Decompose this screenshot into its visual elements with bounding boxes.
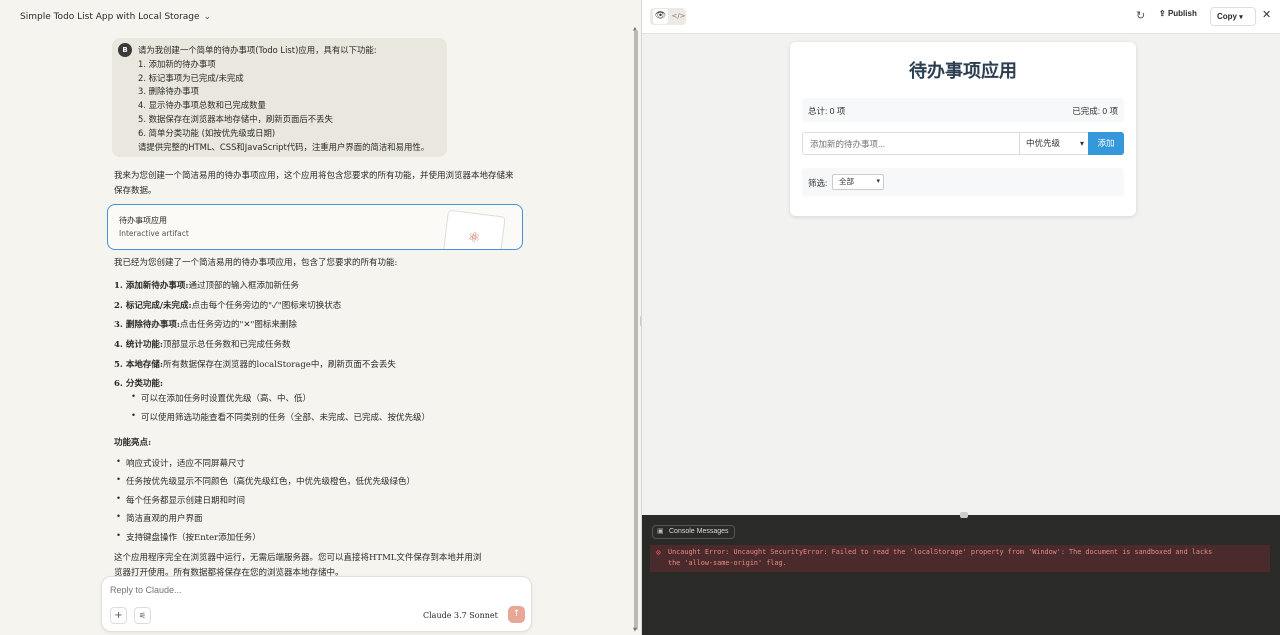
- sliders-icon[interactable]: ⚟: [134, 607, 151, 624]
- feature-item: 2. 标记完成/未完成:点击每个任务旁边的"✓"图标来切换状态: [114, 299, 341, 311]
- stats-bar: 总计: 0 项 已完成: 0 项: [802, 98, 1124, 122]
- feature-text: 通过顶部的输入框添加新任务: [188, 281, 299, 291]
- message-composer: + ⚟ Claude 3.7 Sonnet ↑: [101, 576, 532, 632]
- user-message-line: 5. 数据保存在浏览器本地存储中，刷新页面后不丢失: [138, 113, 333, 124]
- feature-text: 点击每个任务旁边的"✓"图标来切换状态: [191, 301, 342, 311]
- feature-item: 5. 本地存储:所有数据保存在浏览器的localStorage中，刷新页面不会丢…: [114, 358, 396, 370]
- priority-select[interactable]: 中优先级: [1019, 132, 1089, 155]
- feature-item: 6. 分类功能:: [114, 377, 163, 389]
- highlight-item: 响应式设计，适应不同屏幕尺寸: [116, 457, 245, 469]
- publish-button[interactable]: ⇪ Publish: [1159, 9, 1197, 18]
- user-message-line: 6. 简单分类功能 (如按优先级或日期): [138, 127, 276, 138]
- reply-input[interactable]: [110, 585, 410, 595]
- terminal-icon: ▣: [657, 528, 664, 535]
- artifact-card[interactable]: 待办事项应用 Interactive artifact ⚛: [107, 204, 523, 250]
- view-toggle: 👁 </>: [650, 8, 686, 25]
- error-text-line: Uncaught Error: Uncaught SecurityError: …: [668, 548, 1213, 556]
- artifact-subtitle: Interactive artifact: [119, 229, 189, 238]
- todo-app-card: 待办事项应用 总计: 0 项 已完成: 0 项 中优先级 添加 筛选: 全部: [790, 42, 1136, 216]
- artifact-thumbnail: ⚛: [442, 209, 506, 249]
- conversation-title[interactable]: Simple Todo List App with Local Storage: [20, 12, 200, 22]
- feature-label: 5. 本地存储:: [114, 360, 163, 370]
- sub-bullet: 可以使用筛选功能查看不同类别的任务（全部、未完成、已完成、按优先级）: [131, 411, 430, 423]
- publish-label: Publish: [1167, 9, 1197, 18]
- highlight-item: 任务按优先级显示不同颜色（高优先级红色，中优先级橙色，低优先级绿色）: [116, 475, 415, 487]
- feature-text: 点击任务旁边的"✕"图标来删除: [179, 320, 297, 330]
- plus-icon[interactable]: +: [110, 607, 127, 624]
- console-messages-tab[interactable]: ▣ Console Messages: [652, 525, 735, 539]
- highlight-item: 每个任务都显示创建日期和时间: [116, 494, 245, 506]
- eye-icon[interactable]: 👁: [653, 9, 668, 24]
- feature-label: 2. 标记完成/未完成:: [114, 301, 192, 311]
- error-text-line: the 'allow-same-origin' flag.: [668, 559, 787, 567]
- user-message-line: 2. 标记事项为已完成/未完成: [138, 72, 244, 83]
- assistant-summary: 我已经为您创建了一个简洁易用的待办事项应用，包含了您要求的所有功能:: [114, 258, 398, 268]
- filter-bar: 筛选: 全部: [802, 168, 1124, 196]
- arrow-up-icon[interactable]: ↑: [508, 606, 525, 623]
- artifact-toolbar: 👁 </> ↻ ⇪ Publish Copy ▾ ✕: [642, 0, 1280, 34]
- user-avatar: B: [118, 43, 132, 57]
- chevron-down-icon: ▾: [1239, 14, 1243, 21]
- closing-line: 这个应用程序完全在浏览器中运行，无需后端服务器。您可以直接将HTML文件保存到本…: [114, 553, 482, 563]
- atom-icon: ⚛: [466, 229, 482, 247]
- assistant-intro: 我来为您创建一个简洁易用的待办事项应用，这个应用将包含您要求的所有功能，并使用浏…: [114, 171, 514, 196]
- user-message-line: 4. 显示待办事项总数和已完成数量: [138, 100, 266, 111]
- todo-app-title: 待办事项应用: [909, 61, 1017, 81]
- feature-item: 1. 添加新待办事项:通过顶部的输入框添加新任务: [114, 279, 299, 291]
- user-message-line: 请为我创建一个简单的待办事项(Todo List)应用，具有以下功能:: [138, 45, 377, 55]
- chat-scrollbar[interactable]: [634, 30, 638, 630]
- highlight-item: 支持键盘操作（按Enter添加任务）: [116, 531, 261, 543]
- feature-label: 6. 分类功能:: [114, 379, 163, 389]
- close-icon[interactable]: ✕: [1262, 8, 1271, 21]
- model-selector[interactable]: Claude 3.7 Sonnet: [423, 611, 498, 620]
- highlights-title: 功能亮点:: [114, 438, 152, 448]
- feature-text: 所有数据保存在浏览器的localStorage中，刷新页面不会丢失: [162, 360, 396, 370]
- user-message-line: 3. 删除待办事项: [138, 86, 199, 97]
- feature-item: 3. 删除待办事项:点击任务旁边的"✕"图标来删除: [114, 318, 297, 330]
- feature-text: 顶部显示总任务数和已完成任务数: [162, 340, 291, 350]
- chat-header: Simple Todo List App with Local Storage …: [0, 0, 641, 34]
- code-icon[interactable]: </>: [671, 9, 686, 24]
- filter-label: 筛选:: [808, 178, 828, 188]
- artifact-preview: 待办事项应用 总计: 0 项 已完成: 0 项 中优先级 添加 筛选: 全部: [642, 35, 1280, 515]
- feature-item: 4. 统计功能:顶部显示总任务数和已完成任务数: [114, 338, 291, 350]
- completed-count: 已完成: 0 项: [1072, 106, 1118, 116]
- user-message: B 请为我创建一个简单的待办事项(Todo List)应用，具有以下功能: 1.…: [112, 38, 447, 157]
- chevron-down-icon[interactable]: ⌄: [204, 12, 212, 22]
- console-error-message: ⊗ Uncaught Error: Uncaught SecurityError…: [650, 545, 1270, 572]
- user-message-line: 请提供完整的HTML、CSS和JavaScript代码，注重用户界面的简洁和易用…: [138, 141, 430, 152]
- error-icon: ⊗: [656, 548, 661, 557]
- filter-select[interactable]: 全部: [832, 174, 884, 190]
- console-panel: ▣ Console Messages ⊗ Uncaught Error: Unc…: [642, 512, 1280, 635]
- refresh-icon[interactable]: ↻: [1136, 9, 1145, 22]
- total-count: 总计: 0 项: [808, 106, 846, 116]
- artifact-pane: 👁 </> ↻ ⇪ Publish Copy ▾ ✕ 待办事项应用 总计: 0 …: [641, 0, 1280, 635]
- feature-label: 3. 删除待办事项:: [114, 320, 180, 330]
- user-message-line: 1. 添加新的待办事项: [138, 58, 216, 69]
- feature-label: 1. 添加新待办事项:: [114, 281, 189, 291]
- scroll-down-arrow-icon[interactable]: ▼: [633, 627, 637, 633]
- chat-pane: Simple Todo List App with Local Storage …: [0, 0, 641, 635]
- copy-button[interactable]: Copy ▾: [1210, 7, 1256, 26]
- feature-label: 4. 统计功能:: [114, 340, 163, 350]
- add-task-button[interactable]: 添加: [1088, 132, 1124, 155]
- console-resize-handle[interactable]: [960, 512, 968, 518]
- highlight-item: 简洁直观的用户界面: [116, 512, 202, 524]
- sub-bullet: 可以在添加任务时设置优先级（高、中、低）: [131, 392, 311, 404]
- console-tab-label: Console Messages: [669, 528, 729, 535]
- copy-label: Copy: [1217, 12, 1237, 21]
- artifact-title: 待办事项应用: [119, 216, 167, 225]
- new-task-input[interactable]: [802, 132, 1020, 155]
